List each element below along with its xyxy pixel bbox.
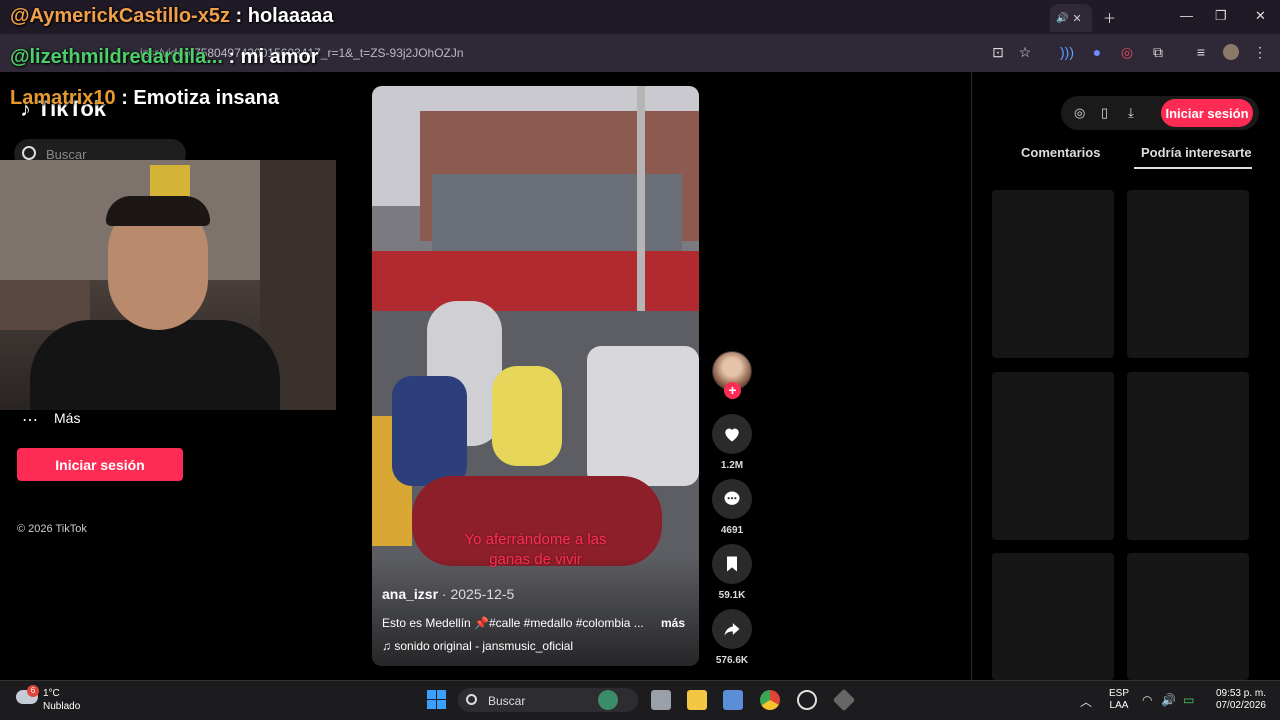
close-window-button[interactable]: ✕ bbox=[1255, 8, 1266, 24]
battery-icon[interactable]: ▭ bbox=[1183, 693, 1194, 707]
description-more-link[interactable]: más bbox=[661, 616, 685, 630]
video-description: Esto es Medellín 📌#calle #medallo #colom… bbox=[382, 616, 644, 630]
video-white-car bbox=[587, 346, 699, 486]
profile-avatar[interactable] bbox=[1223, 44, 1239, 60]
taskbar-search-label: Buscar bbox=[488, 694, 526, 708]
speaker-icon: 🔊 bbox=[1056, 12, 1069, 24]
streamer-webcam-overlay bbox=[0, 160, 336, 410]
heart-icon bbox=[725, 428, 739, 442]
extensions-puzzle-icon[interactable]: ⧉ bbox=[1150, 44, 1166, 60]
compass-icon[interactable]: ◎ bbox=[1074, 105, 1085, 121]
copyright-text: © 2026 TikTok bbox=[17, 523, 87, 535]
maximize-button[interactable]: ❐ bbox=[1215, 8, 1227, 24]
chrome-icon[interactable] bbox=[760, 690, 780, 710]
search-icon bbox=[466, 694, 477, 705]
bookmark-icon bbox=[727, 556, 737, 572]
chat-user: @lizethmildredardila... bbox=[10, 46, 223, 68]
video-rider-one bbox=[392, 376, 467, 486]
video-rider-two bbox=[492, 366, 562, 466]
extension-red-icon[interactable]: ◎ bbox=[1119, 44, 1135, 60]
chat-user: @AymerickCastillo-x5z bbox=[10, 5, 230, 27]
bookmark-star-icon[interactable]: ☆ bbox=[1017, 44, 1033, 60]
share-count: 576.6K bbox=[715, 655, 749, 666]
share-arrow-icon bbox=[724, 623, 740, 636]
search-highlight-icon[interactable] bbox=[598, 690, 618, 710]
more-icon[interactable]: ⋯ bbox=[22, 410, 38, 430]
browser-menu-icon[interactable]: ⋮ bbox=[1252, 44, 1268, 60]
music-line[interactable]: ♫ sonido original - jansmusic_oficial bbox=[382, 639, 573, 653]
login-button-sidebar[interactable]: Iniciar sesión bbox=[17, 448, 183, 481]
more-label[interactable]: Más bbox=[54, 410, 80, 426]
system-clock[interactable]: 09:53 p. m. 07/02/2026 bbox=[1212, 688, 1266, 712]
suggested-thumbnail[interactable] bbox=[992, 372, 1114, 540]
extension-audio-icon[interactable]: ))) bbox=[1059, 44, 1075, 60]
streamer-hair bbox=[106, 196, 210, 226]
media-controls-icon[interactable]: ≡ bbox=[1193, 44, 1209, 60]
author-username[interactable]: ana_izsr bbox=[382, 586, 438, 602]
tab-comments[interactable]: Comentarios bbox=[1021, 145, 1100, 160]
weather-description[interactable]: Nublado bbox=[43, 701, 80, 712]
chat-text: : Emotiza insana bbox=[121, 87, 279, 109]
chat-text: : holaaaaa bbox=[235, 5, 334, 27]
install-icon[interactable]: ⊡ bbox=[990, 44, 1006, 60]
comment-icon bbox=[724, 491, 740, 505]
music-note-icon: ♫ bbox=[382, 639, 395, 653]
save-button[interactable] bbox=[712, 544, 752, 584]
suggested-thumbnail[interactable] bbox=[992, 190, 1114, 358]
active-tab[interactable]: 🔊 ✕ bbox=[1050, 4, 1092, 32]
tab-suggested[interactable]: Podría interesarte bbox=[1141, 145, 1252, 160]
like-count: 1.2M bbox=[720, 460, 744, 471]
wifi-icon[interactable]: ◠ bbox=[1142, 693, 1152, 707]
windows-start-icon[interactable] bbox=[427, 690, 446, 709]
suggested-thumbnail[interactable] bbox=[1127, 553, 1249, 680]
chat-message: Lamatrix10 : Emotiza insana bbox=[10, 87, 279, 110]
volume-icon[interactable]: 🔊 bbox=[1161, 693, 1176, 707]
notification-badge: 6 bbox=[27, 685, 39, 697]
extension-circle-icon[interactable]: ● bbox=[1089, 44, 1105, 60]
weather-temperature[interactable]: 1°C bbox=[43, 688, 60, 699]
active-tab-indicator bbox=[1134, 167, 1252, 169]
suggested-thumbnail[interactable] bbox=[1127, 190, 1249, 358]
login-button-header[interactable]: Iniciar sesión bbox=[1161, 99, 1253, 127]
video-storefront bbox=[372, 251, 699, 311]
suggested-thumbnail[interactable] bbox=[992, 553, 1114, 680]
share-button[interactable] bbox=[712, 609, 752, 649]
like-button[interactable] bbox=[712, 414, 752, 454]
tab-close-icon[interactable]: ✕ bbox=[1072, 12, 1081, 25]
save-count: 59.1K bbox=[718, 590, 746, 601]
video-author-line[interactable]: ana_izsr · 2025-12-5 bbox=[382, 586, 514, 602]
post-date: · 2025-12-5 bbox=[438, 586, 515, 602]
video-caption-overlay: Yo aferrándome a las ganas de vivir bbox=[464, 531, 607, 568]
new-tab-button[interactable]: ＋ bbox=[1103, 8, 1116, 27]
comment-button[interactable] bbox=[712, 479, 752, 519]
chat-text: : mi amor bbox=[228, 46, 319, 68]
phone-icon[interactable]: ▯ bbox=[1101, 105, 1108, 121]
chat-message: @lizethmildredardila... : mi amor bbox=[10, 46, 318, 69]
task-view-icon[interactable] bbox=[651, 690, 671, 710]
tray-chevron-icon[interactable]: ︿ bbox=[1080, 693, 1092, 710]
video-player[interactable] bbox=[372, 86, 699, 666]
file-explorer-icon[interactable] bbox=[687, 690, 707, 710]
minimize-button[interactable]: — bbox=[1180, 8, 1193, 23]
download-icon[interactable]: ⤓ bbox=[1128, 105, 1134, 121]
store-icon[interactable] bbox=[723, 690, 743, 710]
obs-icon[interactable] bbox=[797, 690, 817, 710]
comment-count: 4691 bbox=[720, 525, 744, 536]
suggested-thumbnail[interactable] bbox=[1127, 372, 1249, 540]
follow-plus-button[interactable]: + bbox=[724, 382, 741, 399]
chat-message: @AymerickCastillo-x5z : holaaaaa bbox=[10, 5, 333, 28]
language-indicator[interactable]: ESP LAA bbox=[1109, 688, 1129, 712]
search-icon bbox=[22, 146, 36, 160]
streamer-shirt bbox=[30, 320, 280, 410]
chat-user: Lamatrix10 bbox=[10, 87, 116, 109]
